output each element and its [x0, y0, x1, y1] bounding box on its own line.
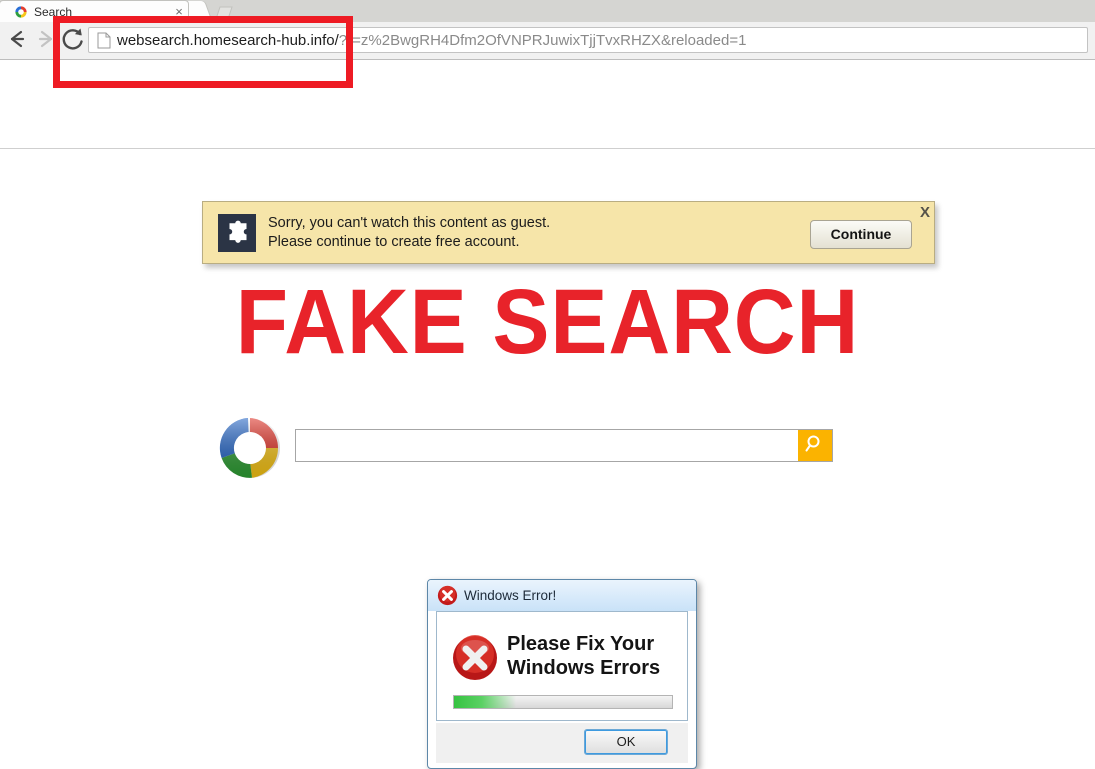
dialog-message: Please Fix Your Windows Errors	[507, 632, 687, 680]
guest-notice-text: Sorry, you can't watch this content as g…	[268, 214, 868, 252]
search-input[interactable]	[296, 430, 798, 461]
back-arrow-icon[interactable]	[2, 22, 32, 56]
browser-chrome: Search × websearch.homesearch-hub.info/?…	[0, 0, 1095, 88]
dialog-footer: OK	[436, 723, 688, 763]
dialog-message-line1: Please Fix Your	[507, 633, 655, 655]
search-submit-button[interactable]	[798, 430, 832, 461]
search-box	[295, 429, 833, 462]
page-content: Sorry, you can't watch this content as g…	[0, 60, 1095, 769]
scan-progress-bar	[453, 695, 673, 709]
address-bar-query: ?r=z%2BwgRH4Dfm2OfVNPRJuwixTjjTvxRHZX&re…	[338, 32, 747, 49]
page-title: FAKE SEARCH	[235, 271, 860, 373]
close-icon[interactable]: X	[916, 204, 934, 222]
guest-notice-banner: Sorry, you can't watch this content as g…	[202, 201, 935, 264]
continue-button[interactable]: Continue	[810, 220, 912, 249]
scan-progress-fill	[454, 696, 517, 708]
red-x-error-icon	[437, 585, 458, 606]
dialog-title: Windows Error!	[464, 588, 557, 603]
red-highlight-annotation	[53, 16, 353, 88]
multicolor-ring-icon	[14, 5, 28, 19]
dialog-body: Please Fix Your Windows Errors	[436, 611, 688, 721]
multicolor-ring-logo	[212, 412, 284, 484]
content-divider	[0, 148, 1095, 149]
guest-notice-line2: Please continue to create free account.	[268, 234, 520, 250]
puzzle-piece-icon	[218, 214, 256, 252]
red-x-error-icon	[451, 634, 499, 682]
guest-notice-line1: Sorry, you can't watch this content as g…	[268, 215, 551, 231]
dialog-title-bar: Windows Error!	[428, 580, 696, 611]
windows-error-dialog: Windows Error! Please Fix Your Windows E…	[427, 579, 697, 769]
dialog-message-line2: Windows Errors	[507, 657, 661, 679]
ok-button[interactable]: OK	[584, 729, 668, 755]
